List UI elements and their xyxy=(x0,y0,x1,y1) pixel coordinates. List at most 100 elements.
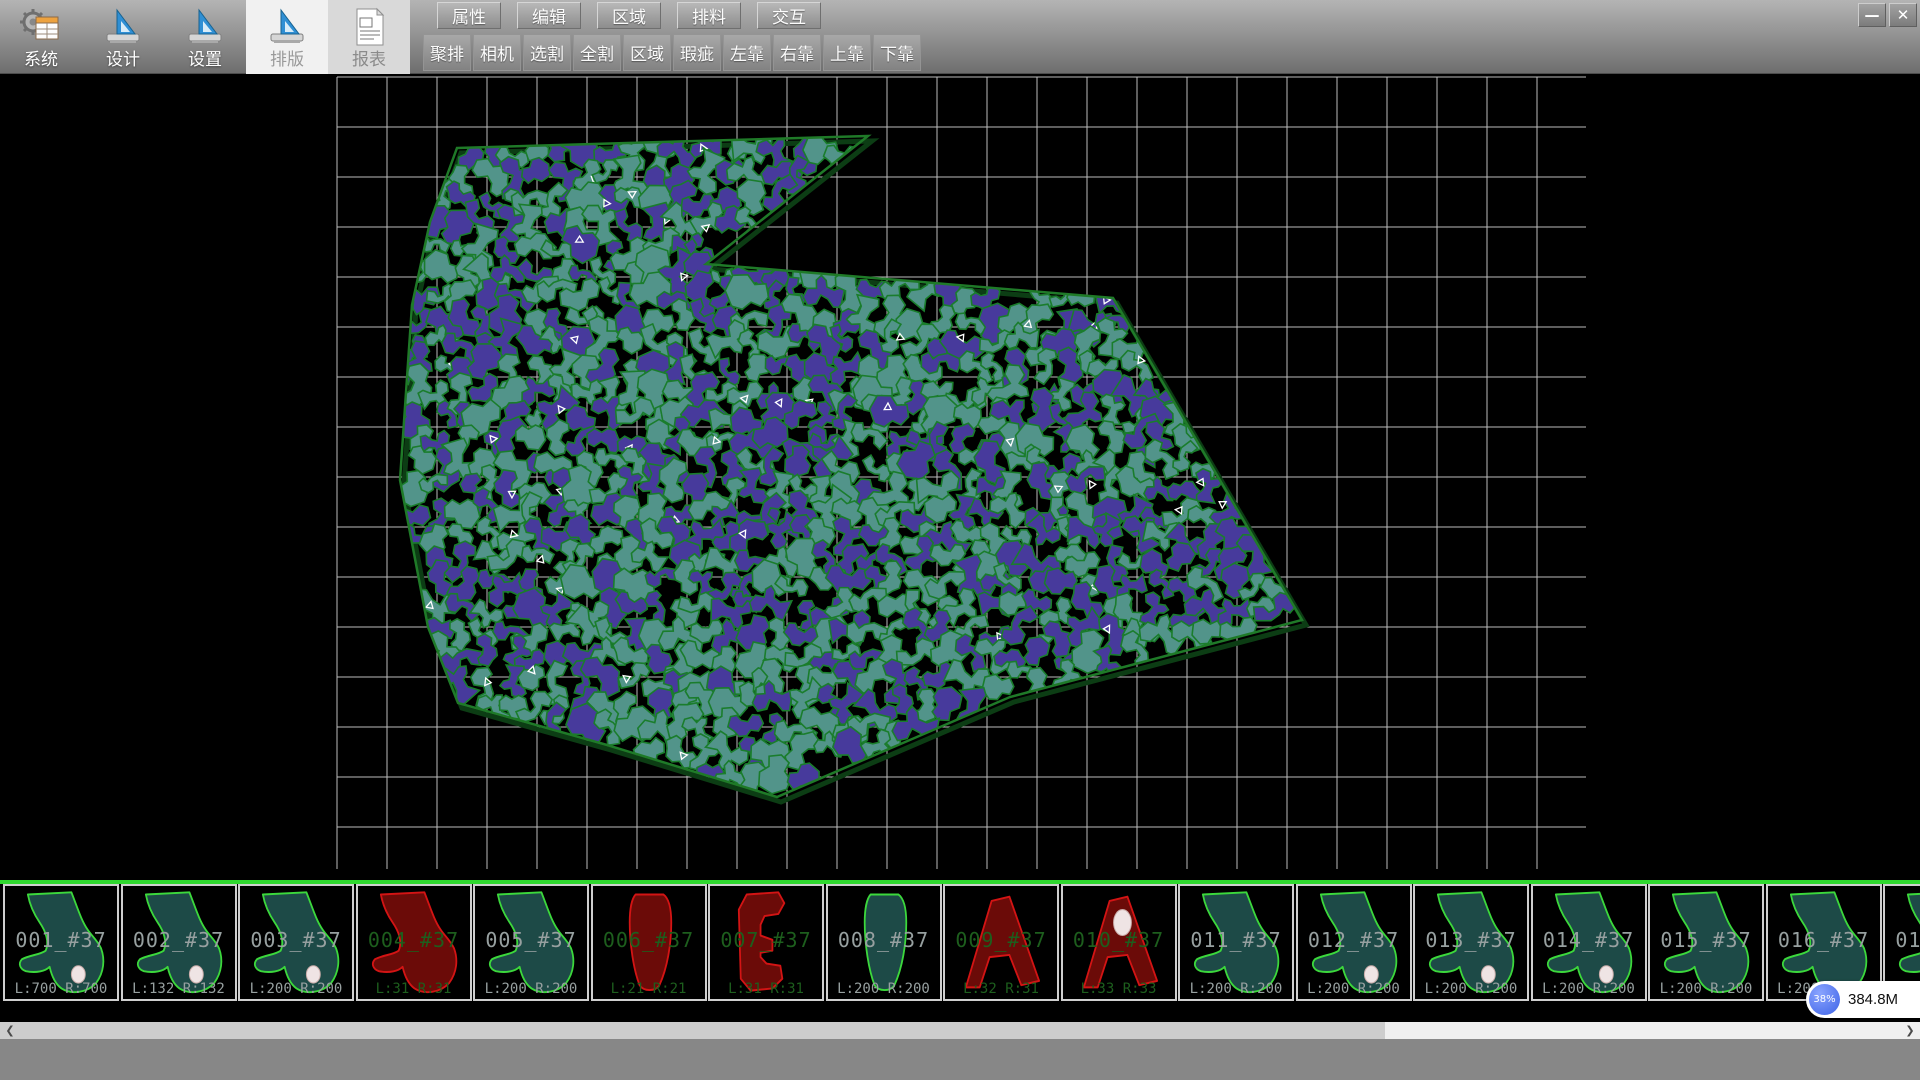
nested-pieces xyxy=(383,122,1299,800)
memory-value: 384.8M xyxy=(1848,991,1898,1008)
action-button-snap-top[interactable]: 上靠 xyxy=(823,34,871,71)
design-ruler-icon xyxy=(183,5,227,49)
action-button-snap-left[interactable]: 左靠 xyxy=(723,34,771,71)
tab-label: 交互 xyxy=(772,3,806,28)
minimize-button[interactable]: — xyxy=(1858,3,1886,27)
action-button-label: 选割 xyxy=(530,40,564,65)
tab-edit[interactable]: 编辑 xyxy=(517,2,581,29)
tab-label: 属性 xyxy=(452,3,486,28)
action-button-cut-all[interactable]: 全割 xyxy=(573,34,621,71)
action-button-snap-bottom[interactable]: 下靠 xyxy=(873,34,921,71)
progress-circle: 38% xyxy=(1809,984,1840,1015)
piece-thumbnail-012_#37[interactable]: 012_#37 L:200 R:200 xyxy=(1296,884,1412,1001)
piece-lr-count: L:21 R:21 xyxy=(593,981,705,997)
action-button-snap-right[interactable]: 右靠 xyxy=(773,34,821,71)
app-button-settings[interactable]: 设置 xyxy=(164,0,246,74)
status-bar xyxy=(0,1039,1920,1080)
piece-lr-count: L:132 R:132 xyxy=(123,981,235,997)
close-icon: ✕ xyxy=(1897,6,1910,24)
nesting-canvas[interactable] xyxy=(0,74,1920,880)
action-button-label: 聚排 xyxy=(430,40,464,65)
piece-id-label: 016_#37 xyxy=(1768,928,1880,952)
toolbar: 系统设计设置排版报表 属性编辑区域排料交互 聚排相机选割全割区域瑕疵左靠右靠上靠… xyxy=(0,0,1920,74)
piece-thumbnail-001_#37[interactable]: 001_#37L:700 R:700 xyxy=(3,884,119,1001)
action-button-camera[interactable]: 相机 xyxy=(473,34,521,71)
piece-id-label: 010_#37 xyxy=(1063,928,1175,952)
scroll-right-arrow-icon[interactable]: ❯ xyxy=(1902,1022,1918,1039)
action-button-area[interactable]: 区域 xyxy=(623,34,671,71)
scroll-left-arrow-icon[interactable]: ❮ xyxy=(2,1022,18,1039)
design-ruler-icon xyxy=(265,5,309,49)
design-ruler-icon xyxy=(101,5,145,49)
piece-id-label: 002_#37 xyxy=(123,928,235,952)
piece-id-label: 014_#37 xyxy=(1533,928,1645,952)
piece-thumbnail-002_#37[interactable]: 002_#37 L:132 R:132 xyxy=(121,884,237,1001)
piece-thumbnail-013_#37[interactable]: 013_#37 L:200 R:200 xyxy=(1413,884,1529,1001)
application-window: 系统设计设置排版报表 属性编辑区域排料交互 聚排相机选割全割区域瑕疵左靠右靠上靠… xyxy=(0,0,1920,1080)
action-button-label: 相机 xyxy=(480,40,514,65)
scrollbar-thumb[interactable] xyxy=(0,1022,1385,1039)
tab-region[interactable]: 区域 xyxy=(597,2,661,29)
piece-id-label: 015_#37 xyxy=(1650,928,1762,952)
piece-id-label: 004_#37 xyxy=(358,928,470,952)
piece-lr-count: L:33 R:33 xyxy=(1063,981,1175,997)
app-button-report[interactable]: 报表 xyxy=(328,0,410,74)
piece-id-label: 011_#37 xyxy=(1180,928,1292,952)
action-button-label: 瑕疵 xyxy=(680,40,714,65)
action-button-label: 下靠 xyxy=(880,40,914,65)
piece-thumbnail-010_#37[interactable]: 010_#37 L:33 R:33 xyxy=(1061,884,1177,1001)
piece-id-label: 006_#37 xyxy=(593,928,705,952)
piece-id-label: 013_#37 xyxy=(1415,928,1527,952)
piece-thumbnail-008_#37[interactable]: 008_#37L:200 R:200 xyxy=(826,884,942,1001)
piece-lr-count: L:200 R:200 xyxy=(1298,981,1410,997)
piece-lr-count: L:31 R:31 xyxy=(710,981,822,997)
action-button-label: 左靠 xyxy=(730,40,764,65)
action-button-label: 区域 xyxy=(630,40,664,65)
app-button-design[interactable]: 设计 xyxy=(82,0,164,74)
piece-lr-count: L:200 R:200 xyxy=(1415,981,1527,997)
piece-lr-count: L:200 R:200 xyxy=(1650,981,1762,997)
piece-thumbnail-006_#37[interactable]: 006_#37 L:21 R:21 xyxy=(591,884,707,1001)
piece-thumbnail-003_#37[interactable]: 003_#37 L:200 R:200 xyxy=(238,884,354,1001)
piece-thumbnail-004_#37[interactable]: 004_#37 L:31 R:31 xyxy=(356,884,472,1001)
piece-id-label: 009_#37 xyxy=(945,928,1057,952)
tab-label: 排料 xyxy=(692,3,726,28)
piece-id-label: 012_#37 xyxy=(1298,928,1410,952)
app-button-label: 排版 xyxy=(270,51,304,70)
tab-label: 区域 xyxy=(612,3,646,28)
piece-lr-count: L:200 R:200 xyxy=(1533,981,1645,997)
piece-id-label: 003_#37 xyxy=(240,928,352,952)
piece-thumbnail-015_#37[interactable]: 015_#37 L:200 R:200 xyxy=(1648,884,1764,1001)
piece-lr-count: L:200 R:200 xyxy=(240,981,352,997)
piece-lr-count: L:200 R:200 xyxy=(1180,981,1292,997)
piece-thumbnail-007_#37[interactable]: 007_#37L:31 R:31 xyxy=(708,884,824,1001)
app-button-system[interactable]: 系统 xyxy=(0,0,82,74)
piece-thumbnail-011_#37[interactable]: 011_#37 L:200 R:200 xyxy=(1178,884,1294,1001)
app-button-label: 设计 xyxy=(106,51,140,70)
action-button-cut-selected[interactable]: 选割 xyxy=(523,34,571,71)
app-button-nesting[interactable]: 排版 xyxy=(246,0,328,74)
piece-id-label: 017_#37 xyxy=(1885,928,1920,952)
minimize-icon: — xyxy=(1865,6,1880,24)
tab-label: 编辑 xyxy=(532,3,566,28)
piece-thumbnail-005_#37[interactable]: 005_#37L:200 R:200 xyxy=(473,884,589,1001)
action-button-cluster-nest[interactable]: 聚排 xyxy=(423,34,471,71)
action-button-label: 右靠 xyxy=(780,40,814,65)
piece-id-label: 001_#37 xyxy=(5,928,117,952)
action-button-defect[interactable]: 瑕疵 xyxy=(673,34,721,71)
piece-lr-count: L:31 R:31 xyxy=(358,981,470,997)
piece-thumbnail-009_#37[interactable]: 009_#37 L:32 R:31 xyxy=(943,884,1059,1001)
piece-lr-count: L:200 R:200 xyxy=(828,981,940,997)
piece-id-label: 005_#37 xyxy=(475,928,587,952)
piece-lr-count: L:32 R:31 xyxy=(945,981,1057,997)
tab-properties[interactable]: 属性 xyxy=(437,2,501,29)
app-button-label: 系统 xyxy=(24,51,58,70)
piece-thumbnail-014_#37[interactable]: 014_#37 L:200 R:200 xyxy=(1531,884,1647,1001)
action-button-label: 全割 xyxy=(580,40,614,65)
app-button-label: 报表 xyxy=(352,51,386,70)
tab-interact[interactable]: 交互 xyxy=(757,2,821,29)
horizontal-scrollbar[interactable]: ❮ ❯ xyxy=(0,1022,1920,1039)
tab-nest[interactable]: 排料 xyxy=(677,2,741,29)
system-icon xyxy=(19,5,63,49)
close-button[interactable]: ✕ xyxy=(1889,3,1917,27)
